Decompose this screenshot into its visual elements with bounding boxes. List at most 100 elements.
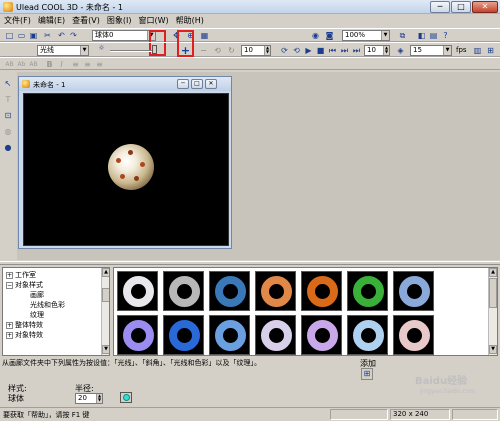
gallery-thumb[interactable] bbox=[255, 315, 296, 355]
gallery-thumb[interactable] bbox=[209, 271, 250, 311]
gallery-thumb[interactable] bbox=[163, 271, 204, 311]
open-folder-icon[interactable]: ▭ bbox=[16, 30, 27, 41]
slider-thumb[interactable] bbox=[152, 45, 157, 54]
scroll-down-icon[interactable]: ▼ bbox=[489, 345, 497, 354]
fit-icon[interactable]: ⧉ bbox=[397, 30, 408, 41]
light-slider[interactable] bbox=[110, 50, 156, 52]
frame-icon[interactable]: ▦ bbox=[199, 30, 210, 41]
zoom-combo[interactable]: 100% ▼ bbox=[342, 30, 390, 41]
prev-icon[interactable]: ⏮ bbox=[327, 45, 338, 56]
gallery-thumb[interactable] bbox=[163, 315, 204, 355]
scroll-down-icon[interactable]: ▼ bbox=[102, 345, 109, 354]
doc-close-button[interactable]: ✕ bbox=[205, 79, 217, 89]
align-left-icon[interactable]: ≡ bbox=[70, 59, 81, 70]
plus-icon[interactable]: + bbox=[180, 45, 191, 56]
tree-item-object-style[interactable]: − 对象样式 bbox=[6, 280, 43, 290]
text-spacing-icon[interactable]: AB bbox=[28, 59, 39, 70]
menu-help[interactable]: 帮助(H) bbox=[176, 15, 204, 27]
stop-icon[interactable]: ■ bbox=[315, 45, 326, 56]
tree-item-object-effects[interactable]: + 对象特效 bbox=[6, 330, 43, 340]
radius-stepper[interactable]: 20 ▲ ▼ bbox=[75, 393, 103, 404]
menu-image[interactable]: 图象(I) bbox=[107, 15, 132, 27]
tree-item-global-effects[interactable]: + 整体特效 bbox=[6, 320, 43, 330]
camera-icon[interactable]: ◙ bbox=[324, 30, 335, 41]
image-icon[interactable]: ▤ bbox=[428, 30, 439, 41]
film-icon[interactable]: ▥ bbox=[472, 45, 483, 56]
spin-arrows-icon[interactable]: ▲ ▼ bbox=[383, 46, 389, 55]
spin-arrows-icon[interactable]: ▲ ▼ bbox=[264, 46, 270, 55]
select-tool-icon[interactable]: ↖ bbox=[2, 78, 14, 90]
export-icon[interactable]: ◧ bbox=[416, 30, 427, 41]
gallery-thumb[interactable] bbox=[117, 315, 158, 355]
help-icon[interactable]: ? bbox=[440, 30, 451, 41]
loop-icon[interactable]: ⟳ bbox=[279, 45, 290, 56]
frame-rate-icon[interactable]: ◈ bbox=[395, 45, 406, 56]
sphere-tool-icon[interactable]: ● bbox=[2, 142, 14, 154]
next-icon[interactable]: ⏭ bbox=[339, 45, 350, 56]
italic-icon[interactable]: I bbox=[56, 59, 67, 70]
menu-file[interactable]: 文件(F) bbox=[4, 15, 31, 27]
redo-icon[interactable]: ↷ bbox=[68, 30, 79, 41]
cut-icon[interactable]: ✂ bbox=[42, 30, 53, 41]
gallery-thumb[interactable] bbox=[255, 271, 296, 311]
gallery-thumb[interactable] bbox=[301, 315, 342, 355]
redo-gray-icon[interactable]: ↻ bbox=[226, 45, 237, 56]
color-wheel-icon[interactable]: ◉ bbox=[310, 30, 321, 41]
gallery-thumb[interactable] bbox=[209, 315, 250, 355]
minimize-button[interactable]: ─ bbox=[430, 1, 450, 13]
text-tool-icon[interactable]: T bbox=[2, 94, 14, 106]
scroll-up-icon[interactable]: ▲ bbox=[489, 268, 497, 277]
gallery-thumb[interactable] bbox=[347, 315, 388, 355]
object-combo[interactable]: 球体0 ▼ bbox=[92, 30, 156, 41]
tree-item-gallery[interactable]: 画廊 bbox=[30, 290, 44, 300]
thumbnail-scrollbar[interactable]: ▲ ▼ bbox=[488, 268, 497, 355]
new-file-icon[interactable]: □ bbox=[4, 30, 15, 41]
sphere-object[interactable] bbox=[108, 144, 154, 190]
spin-b[interactable]: 10 ▲ ▼ bbox=[364, 45, 390, 56]
tree-item-light-color[interactable]: 光线和色彩 bbox=[30, 300, 65, 310]
tree-item-texture[interactable]: 纹理 bbox=[30, 310, 44, 320]
doc-maximize-button[interactable]: □ bbox=[191, 79, 203, 89]
render-canvas[interactable] bbox=[23, 93, 229, 246]
gallery-thumb[interactable] bbox=[117, 271, 158, 311]
align-right-icon[interactable]: ≡ bbox=[94, 59, 105, 70]
play-icon[interactable]: ▶ bbox=[303, 45, 314, 56]
spin-a[interactable]: 10 ▲ ▼ bbox=[241, 45, 271, 56]
scroll-up-icon[interactable]: ▲ bbox=[102, 268, 109, 277]
menu-edit[interactable]: 编辑(E) bbox=[38, 15, 65, 27]
scroll-thumb[interactable] bbox=[102, 288, 109, 302]
rotate-icon[interactable]: ⟲ bbox=[212, 45, 223, 56]
undo-icon[interactable]: ↶ bbox=[56, 30, 67, 41]
document-title-bar[interactable]: 未命名 - 1 ─ □ ✕ bbox=[19, 77, 231, 91]
scroll-thumb[interactable] bbox=[489, 278, 497, 308]
add-icon[interactable]: ⊞ bbox=[361, 368, 373, 380]
shape-tool-icon[interactable]: ◍ bbox=[2, 126, 14, 138]
refresh-icon[interactable]: ⟲ bbox=[291, 45, 302, 56]
panel-splitter[interactable] bbox=[0, 261, 500, 265]
frames-combo[interactable]: 15 ▼ bbox=[410, 45, 452, 56]
clip-icon[interactable]: ⊞ bbox=[485, 45, 496, 56]
save-icon[interactable]: ▣ bbox=[28, 30, 39, 41]
light-combo[interactable]: 光线 ▼ bbox=[37, 45, 89, 56]
text-size-icon[interactable]: AB bbox=[4, 59, 15, 70]
watermark-url: jingyan.baidu.com bbox=[420, 388, 476, 395]
text-size-small-icon[interactable]: Ab bbox=[16, 59, 27, 70]
color-swatch[interactable] bbox=[120, 392, 132, 403]
object-tool-icon[interactable]: ⊡ bbox=[2, 110, 14, 122]
tree-scrollbar[interactable]: ▲ ▼ bbox=[101, 268, 109, 355]
gallery-thumb[interactable] bbox=[393, 315, 434, 355]
gallery-thumb[interactable] bbox=[393, 271, 434, 311]
doc-minimize-button[interactable]: ─ bbox=[177, 79, 189, 89]
close-button[interactable]: ✕ bbox=[472, 1, 498, 13]
gallery-thumb[interactable] bbox=[301, 271, 342, 311]
maximize-button[interactable]: □ bbox=[451, 1, 471, 13]
spin-arrows-icon[interactable]: ▲ ▼ bbox=[96, 394, 102, 403]
tree-item-studio[interactable]: + 工作室 bbox=[6, 270, 36, 280]
bold-icon[interactable]: B bbox=[44, 59, 55, 70]
minus-icon[interactable]: − bbox=[198, 45, 209, 56]
align-center-icon[interactable]: ≡ bbox=[82, 59, 93, 70]
gallery-thumb[interactable] bbox=[347, 271, 388, 311]
menu-view[interactable]: 查看(V) bbox=[72, 15, 100, 27]
end-icon[interactable]: ⏭ bbox=[351, 45, 362, 56]
menu-window[interactable]: 窗口(W) bbox=[138, 15, 168, 27]
